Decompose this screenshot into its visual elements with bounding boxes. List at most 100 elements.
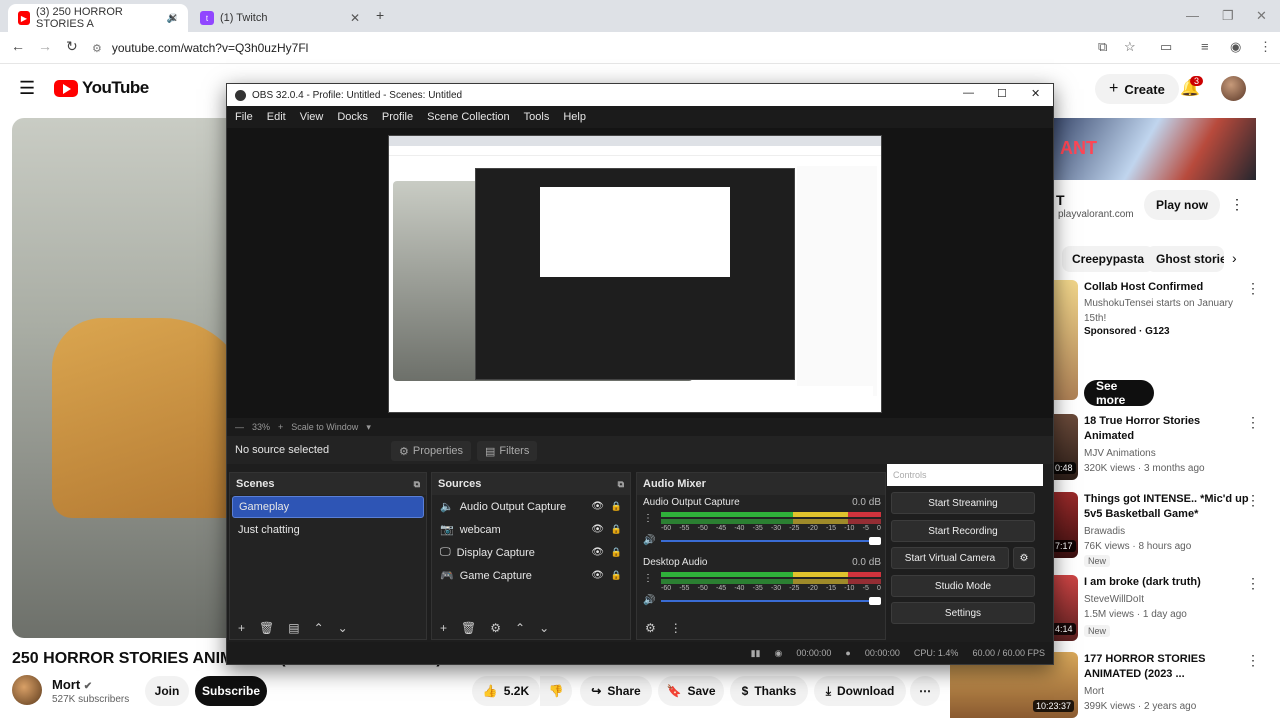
dock-float-icon[interactable]: ⧉: [618, 479, 624, 490]
volume-slider-knob[interactable]: [869, 597, 881, 605]
chevron-right-icon[interactable]: ›: [1232, 250, 1237, 266]
remove-source-icon[interactable]: 🗑: [461, 621, 476, 635]
thanks-button[interactable]: $ Thanks: [730, 676, 808, 706]
reload-icon[interactable]: ↻: [66, 38, 78, 55]
bookmark-star-icon[interactable]: ☆: [1124, 39, 1136, 55]
rec-menu-icon[interactable]: ⋮: [1246, 414, 1260, 431]
obs-preview-canvas[interactable]: [388, 135, 882, 413]
download-button[interactable]: ⤓ Download: [814, 676, 906, 706]
site-info-icon[interactable]: ⚙: [92, 42, 102, 55]
scene-item-just-chatting[interactable]: Just chatting: [232, 519, 424, 541]
create-button[interactable]: + Create: [1095, 74, 1179, 104]
ad-menu-icon[interactable]: ⋮: [1230, 196, 1244, 213]
visibility-eye-icon[interactable]: 👁: [591, 570, 604, 581]
filters-button[interactable]: ▤ Filters: [477, 441, 538, 461]
save-button[interactable]: 🔖 Save: [658, 676, 724, 706]
cast-icon[interactable]: ▭: [1160, 39, 1172, 55]
join-button[interactable]: Join: [145, 676, 189, 706]
obs-close-icon[interactable]: ✕: [1031, 87, 1040, 100]
start-streaming-button[interactable]: Start Streaming: [891, 492, 1035, 514]
obs-minimize-icon[interactable]: —: [963, 87, 974, 99]
recommendation-item[interactable]: 10:23:37 177 HORROR STORIES ANIMATED (20…: [950, 652, 1280, 720]
dock-float-icon[interactable]: ⧉: [414, 479, 420, 490]
ad-banner[interactable]: ANT: [1052, 118, 1256, 180]
recommendation-item[interactable]: 0:48 18 True Horror Stories Animated MJV…: [1052, 414, 1280, 486]
more-actions-button[interactable]: ⋯: [910, 676, 940, 706]
visibility-eye-icon[interactable]: 👁: [591, 524, 604, 535]
visibility-eye-icon[interactable]: 👁: [591, 547, 604, 558]
minimize-icon[interactable]: —: [1186, 8, 1199, 23]
rec-menu-icon[interactable]: ⋮: [1246, 492, 1260, 509]
subscribe-button[interactable]: Subscribe: [195, 676, 267, 706]
settings-button[interactable]: Settings: [891, 602, 1035, 624]
move-up-icon[interactable]: ⌃: [314, 621, 324, 635]
move-down-icon[interactable]: ⌄: [539, 621, 549, 635]
start-virtual-camera-button[interactable]: Start Virtual Camera: [891, 547, 1009, 569]
forward-icon[interactable]: →: [38, 38, 52, 54]
like-button[interactable]: 👍 5.2K: [472, 676, 540, 706]
properties-button[interactable]: ⚙ Properties: [391, 441, 472, 461]
studio-mode-button[interactable]: Studio Mode: [891, 575, 1035, 597]
hamburger-menu-icon[interactable]: ☰: [19, 78, 35, 99]
add-scene-icon[interactable]: +: [238, 621, 245, 635]
source-item[interactable]: 🔈 Audio Output Capture 👁 🔒: [432, 495, 630, 518]
channel-name[interactable]: Mort ✔: [52, 677, 92, 692]
obs-window[interactable]: OBS 32.0.4 - Profile: Untitled - Scenes:…: [226, 83, 1054, 665]
close-tab-icon[interactable]: ✕: [168, 11, 178, 25]
zoom-out-icon[interactable]: —: [235, 422, 244, 432]
mixer-menu-icon[interactable]: ⋮: [670, 621, 682, 635]
speaker-icon[interactable]: 🔊: [643, 595, 655, 606]
menu-edit[interactable]: Edit: [267, 111, 286, 123]
rec-menu-icon[interactable]: ⋮: [1246, 652, 1260, 669]
source-item[interactable]: 🎮 Game Capture 👁 🔒: [432, 564, 630, 587]
zoom-in-icon[interactable]: +: [278, 422, 283, 432]
recommendation-item[interactable]: Collab Host Confirmed MushokuTensei star…: [1052, 280, 1280, 410]
move-down-icon[interactable]: ⌄: [338, 621, 348, 635]
dislike-button[interactable]: 👎: [540, 676, 572, 706]
lock-icon[interactable]: 🔒: [611, 524, 622, 535]
lock-icon[interactable]: 🔒: [611, 570, 622, 581]
back-icon[interactable]: ←: [11, 38, 25, 54]
user-avatar[interactable]: [1221, 76, 1246, 101]
speaker-icon[interactable]: 🔊: [643, 535, 655, 546]
move-up-icon[interactable]: ⌃: [515, 621, 525, 635]
rec-menu-icon[interactable]: ⋮: [1246, 575, 1260, 592]
youtube-logo[interactable]: YouTube: [54, 78, 149, 98]
remove-scene-icon[interactable]: 🗑: [259, 621, 274, 635]
menu-help[interactable]: Help: [563, 111, 586, 123]
add-source-icon[interactable]: +: [440, 621, 447, 635]
play-now-button[interactable]: Play now: [1144, 190, 1220, 220]
recommendation-item[interactable]: 7:17 Things got INTENSE.. *Mic'd up 5v5 …: [1052, 492, 1280, 567]
source-settings-icon[interactable]: ⚙: [490, 621, 501, 635]
obs-maximize-icon[interactable]: ☐: [997, 87, 1007, 100]
address-bar[interactable]: ⚙ youtube.com/watch?v=Q3h0uzHy7Fl: [92, 36, 1092, 60]
close-tab-icon[interactable]: ✕: [350, 11, 360, 25]
chip-creepypasta[interactable]: Creepypasta: [1062, 246, 1155, 272]
lock-icon[interactable]: 🔒: [611, 501, 622, 512]
obs-titlebar[interactable]: OBS 32.0.4 - Profile: Untitled - Scenes:…: [227, 84, 1053, 106]
menu-view[interactable]: View: [300, 111, 324, 123]
volume-slider[interactable]: [661, 600, 881, 602]
media-controls-icon[interactable]: ≡: [1201, 39, 1209, 54]
restore-icon[interactable]: ❐: [1222, 8, 1234, 24]
channel-menu-icon[interactable]: ⋮: [643, 513, 653, 524]
channel-avatar[interactable]: [12, 675, 42, 705]
volume-slider-knob[interactable]: [869, 537, 881, 545]
install-app-icon[interactable]: ⧉: [1098, 39, 1107, 55]
see-more-button[interactable]: See more: [1084, 379, 1154, 407]
rec-menu-icon[interactable]: ⋮: [1246, 280, 1260, 297]
scene-item-gameplay[interactable]: Gameplay: [232, 496, 424, 518]
menu-docks[interactable]: Docks: [337, 111, 368, 123]
menu-file[interactable]: File: [235, 111, 253, 123]
volume-slider[interactable]: [661, 540, 881, 542]
menu-scene-collection[interactable]: Scene Collection: [427, 111, 510, 123]
menu-profile[interactable]: Profile: [382, 111, 413, 123]
chevron-down-icon[interactable]: ▾: [366, 422, 371, 433]
lock-icon[interactable]: 🔒: [611, 547, 622, 558]
close-window-icon[interactable]: ✕: [1256, 8, 1267, 24]
chip-ghost-stories[interactable]: Ghost storie: [1146, 246, 1224, 272]
menu-kebab-icon[interactable]: ⋮: [1259, 39, 1272, 55]
source-item[interactable]: 📷 webcam 👁 🔒: [432, 518, 630, 541]
visibility-eye-icon[interactable]: 👁: [591, 501, 604, 512]
recommendation-item[interactable]: 4:14 I am broke (dark truth) SteveWillDo…: [1052, 575, 1280, 647]
